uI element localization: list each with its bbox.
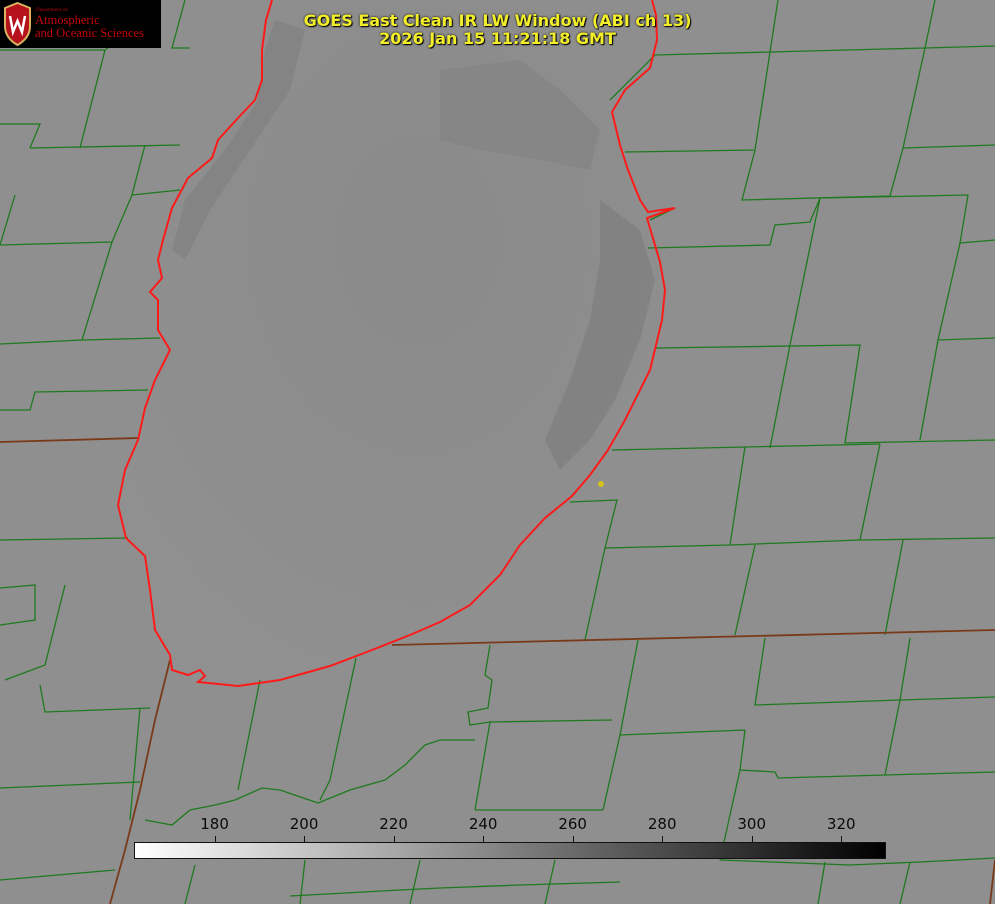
colorbar-tick-mark: [572, 836, 574, 842]
logo-org-line-1: Atmospheric: [35, 13, 100, 27]
image-title: GOES East Clean IR LW Window (ABI ch 13): [303, 11, 692, 30]
satellite-map: [0, 0, 995, 904]
location-marker: [598, 481, 604, 487]
colorbar-tick-label: 200: [289, 815, 319, 833]
colorbar-tick-mark: [662, 836, 664, 842]
colorbar-tick-label: 180: [200, 815, 229, 833]
colorbar-tick-mark: [751, 836, 753, 842]
colorbar-tick-label: 320: [826, 815, 856, 833]
temperature-colorbar: [134, 842, 886, 859]
colorbar-tick-mark: [483, 836, 485, 842]
colorbar-tick-label: 220: [379, 815, 408, 833]
colorbar-tick-mark: [304, 836, 306, 842]
image-timestamp: 2026 Jan 15 11:21:18 GMT: [379, 29, 616, 48]
colorbar-tick-label: 280: [647, 815, 677, 833]
crest-icon: [4, 2, 31, 46]
uw-aos-logo: Department of Atmospheric and Oceanic Sc…: [0, 0, 161, 48]
colorbar-tick-mark: [841, 836, 843, 842]
colorbar-tick-label: 260: [558, 815, 587, 833]
colorbar-tick-mark: [393, 836, 395, 842]
logo-org-line-2: and Oceanic Sciences: [35, 25, 144, 40]
colorbar-tick-label: 240: [468, 815, 498, 833]
logo-org-text: Atmospheric and Oceanic Sciences: [35, 14, 144, 39]
colorbar-tick-mark: [214, 836, 216, 842]
colorbar-tick-label: 300: [737, 815, 767, 833]
